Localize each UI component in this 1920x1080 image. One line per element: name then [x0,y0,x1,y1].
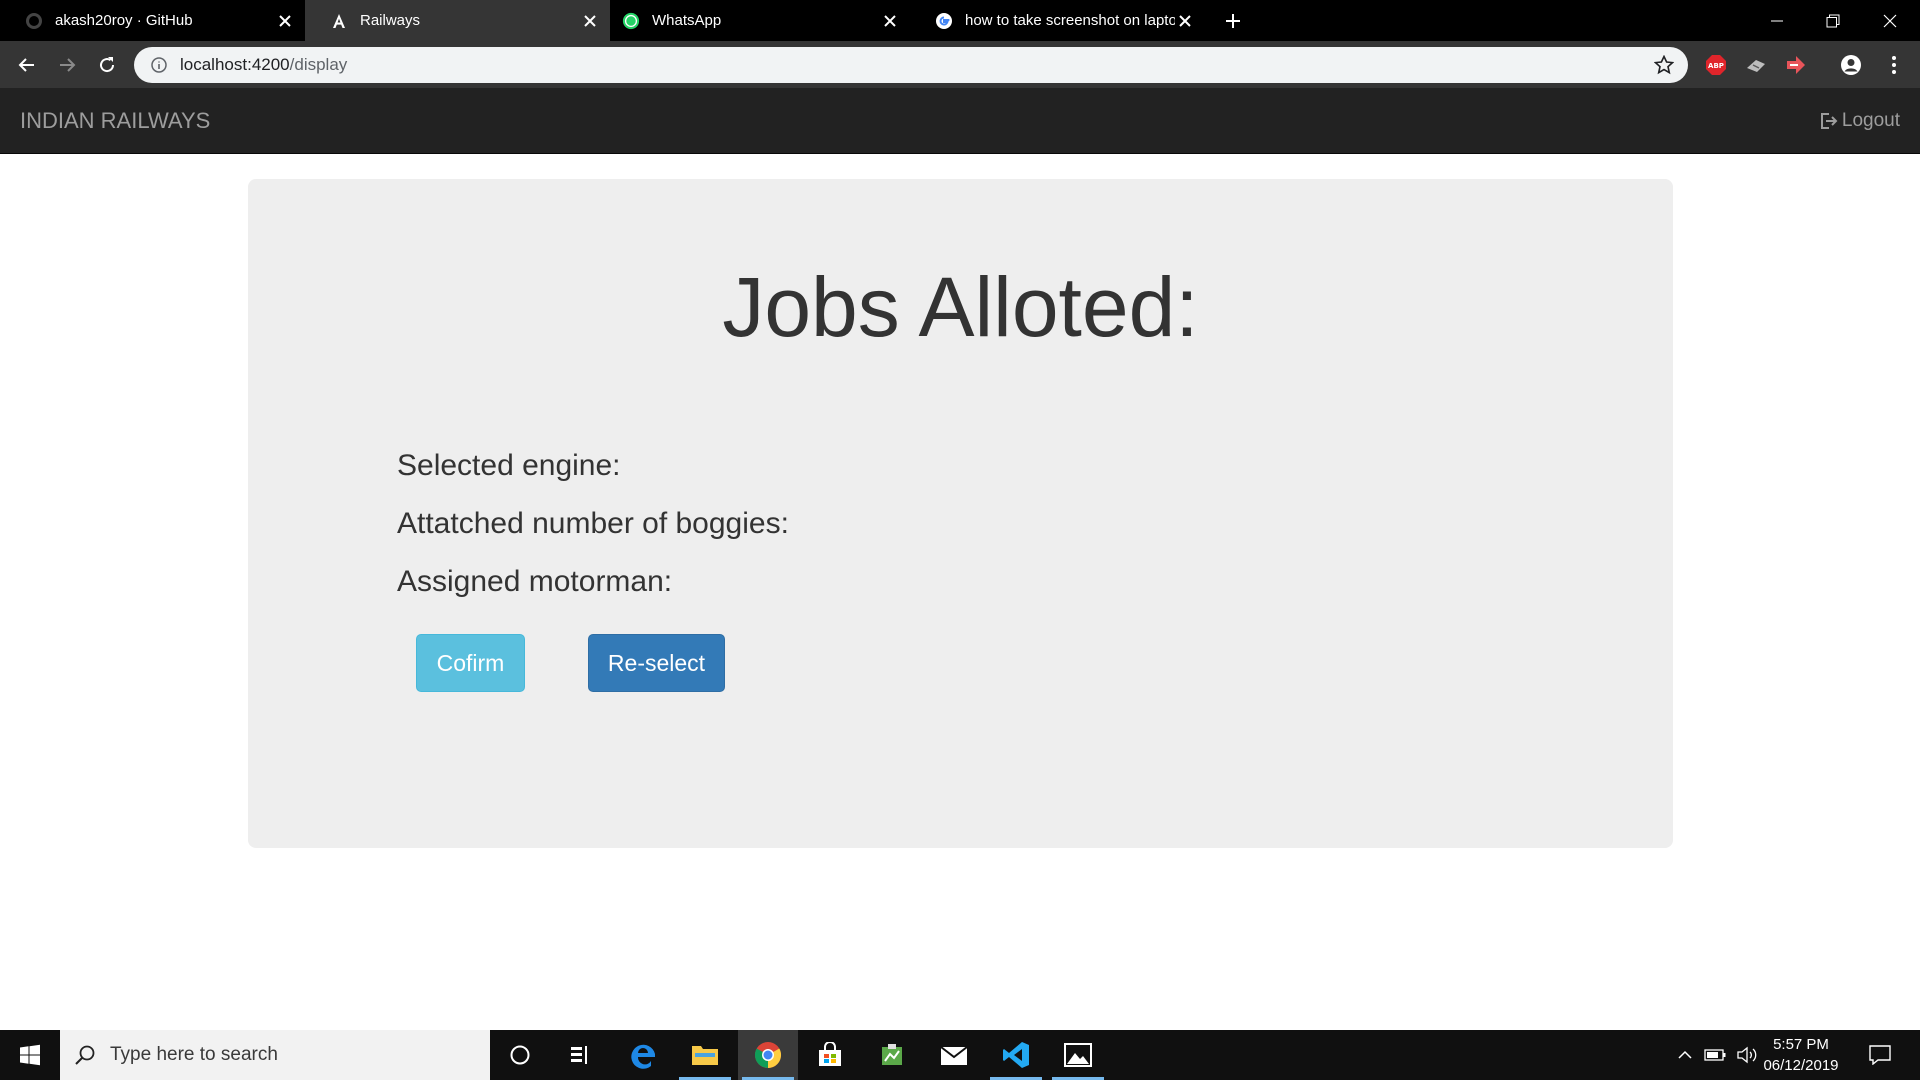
logout-icon [1820,112,1838,130]
selected-engine-label: Selected engine: [397,449,621,482]
notification-icon [1869,1045,1891,1065]
windows-taskbar: Type here to search 5:57 PM 06/12/2019 [0,1030,1920,1080]
more-menu-icon[interactable] [1882,53,1906,77]
close-icon [1883,14,1897,27]
reselect-button[interactable]: Re-select [588,634,725,692]
chrome-icon [754,1042,782,1069]
confirm-button[interactable]: Cofirm [416,634,525,692]
app-button[interactable] [862,1030,922,1080]
new-tab-button[interactable] [1220,8,1246,34]
vscode-button[interactable] [986,1030,1046,1080]
clock-time: 5:57 PM [1773,1036,1829,1053]
cortana-button[interactable] [490,1030,550,1080]
jobs-panel: Jobs Alloted: Selected engine: Attatched… [248,179,1673,848]
plus-icon [1226,14,1240,28]
back-button[interactable] [12,50,42,80]
task-view-icon [571,1046,587,1064]
close-tab-icon[interactable] [580,11,600,31]
show-hidden-icons-button[interactable] [1672,1030,1698,1080]
photos-button[interactable] [1048,1030,1108,1080]
url-host: localhost:4200 [180,55,290,74]
navbar-brand[interactable]: INDIAN RAILWAYS [20,108,210,134]
logout-label: Logout [1841,110,1900,131]
close-tab-icon[interactable] [275,11,295,31]
store-button[interactable] [800,1030,860,1080]
mail-button[interactable] [924,1030,984,1080]
assigned-motorman-label: Assigned motorman: [397,565,673,598]
store-bag-icon [819,1042,841,1066]
tab-title: akash20roy · GitHub [55,12,193,29]
google-icon [935,12,953,30]
github-icon [25,12,43,30]
mail-icon [940,1046,968,1065]
battery-tray-button[interactable] [1700,1030,1730,1080]
address-bar[interactable]: localhost:4200/display [134,47,1688,83]
tab-title: Railways [360,12,421,29]
close-tab-icon[interactable] [1175,11,1195,31]
taskbar-search-box[interactable]: Type here to search [60,1030,490,1080]
chevron-up-icon [1678,1050,1692,1059]
minimize-icon [1771,20,1783,21]
chrome-button[interactable] [738,1030,798,1080]
tab-title: how to take screenshot on laptop [965,12,1175,29]
arrow-right-icon [60,58,76,72]
edge-browser-button[interactable] [614,1030,674,1080]
cortana-circle-icon [510,1045,530,1065]
taskbar-clock[interactable]: 5:57 PM 06/12/2019 [1756,1034,1846,1076]
logout-link[interactable]: Logout [1820,110,1900,132]
browser-tab-strip: akash20roy · GitHub Railways WhatsApp ho… [0,0,1920,41]
folder-icon [692,1046,718,1065]
file-explorer-button[interactable] [675,1030,735,1080]
restore-button[interactable] [1805,0,1861,41]
page-title: Jobs Alloted: [722,260,1199,354]
svg-text:ABP: ABP [1708,62,1724,70]
adblock-extension-icon[interactable]: ABP [1704,53,1728,77]
action-center-button[interactable] [1860,1030,1900,1080]
minimize-button[interactable] [1749,0,1805,41]
url-text: localhost:4200/display [180,55,347,75]
bookmark-star-icon[interactable] [1654,55,1674,75]
arrow-left-icon [18,58,34,72]
whatsapp-icon [622,12,640,30]
info-icon[interactable] [150,56,168,74]
close-window-button[interactable] [1862,0,1918,41]
reload-button[interactable] [92,50,122,80]
reload-icon [100,57,115,73]
tab-whatsapp[interactable]: WhatsApp [610,0,910,41]
search-icon [75,1045,95,1065]
edge-icon [631,1044,655,1069]
profile-avatar-icon[interactable] [1839,53,1863,77]
tab-title: WhatsApp [652,12,722,29]
browser-toolbar: localhost:4200/display ABP [0,41,1920,88]
tab-railways[interactable]: Railways [305,0,610,41]
vscode-icon [1003,1042,1029,1068]
extension-icon[interactable] [1744,53,1768,77]
boggies-count-label: Attatched number of boggies: [397,507,789,540]
clock-date: 06/12/2019 [1763,1057,1839,1074]
battery-icon [1704,1049,1726,1061]
close-tab-icon[interactable] [880,11,900,31]
photos-icon [1064,1043,1092,1067]
tab-github[interactable]: akash20roy · GitHub [0,0,305,41]
windows-logo-icon [20,1044,40,1066]
green-app-icon [882,1044,902,1065]
speaker-icon [1737,1046,1757,1064]
url-path: /display [289,55,348,74]
tab-google-search[interactable]: how to take screenshot on laptop [910,0,1205,41]
restore-icon [1826,14,1840,27]
app-navbar: INDIAN RAILWAYS Logout [0,88,1920,154]
search-placeholder: Type here to search [110,1044,278,1065]
forward-button[interactable] [52,50,82,80]
extension-arrow-icon[interactable] [1784,53,1808,77]
angular-icon [330,12,348,30]
start-button[interactable] [0,1030,60,1080]
task-view-button[interactable] [550,1030,610,1080]
